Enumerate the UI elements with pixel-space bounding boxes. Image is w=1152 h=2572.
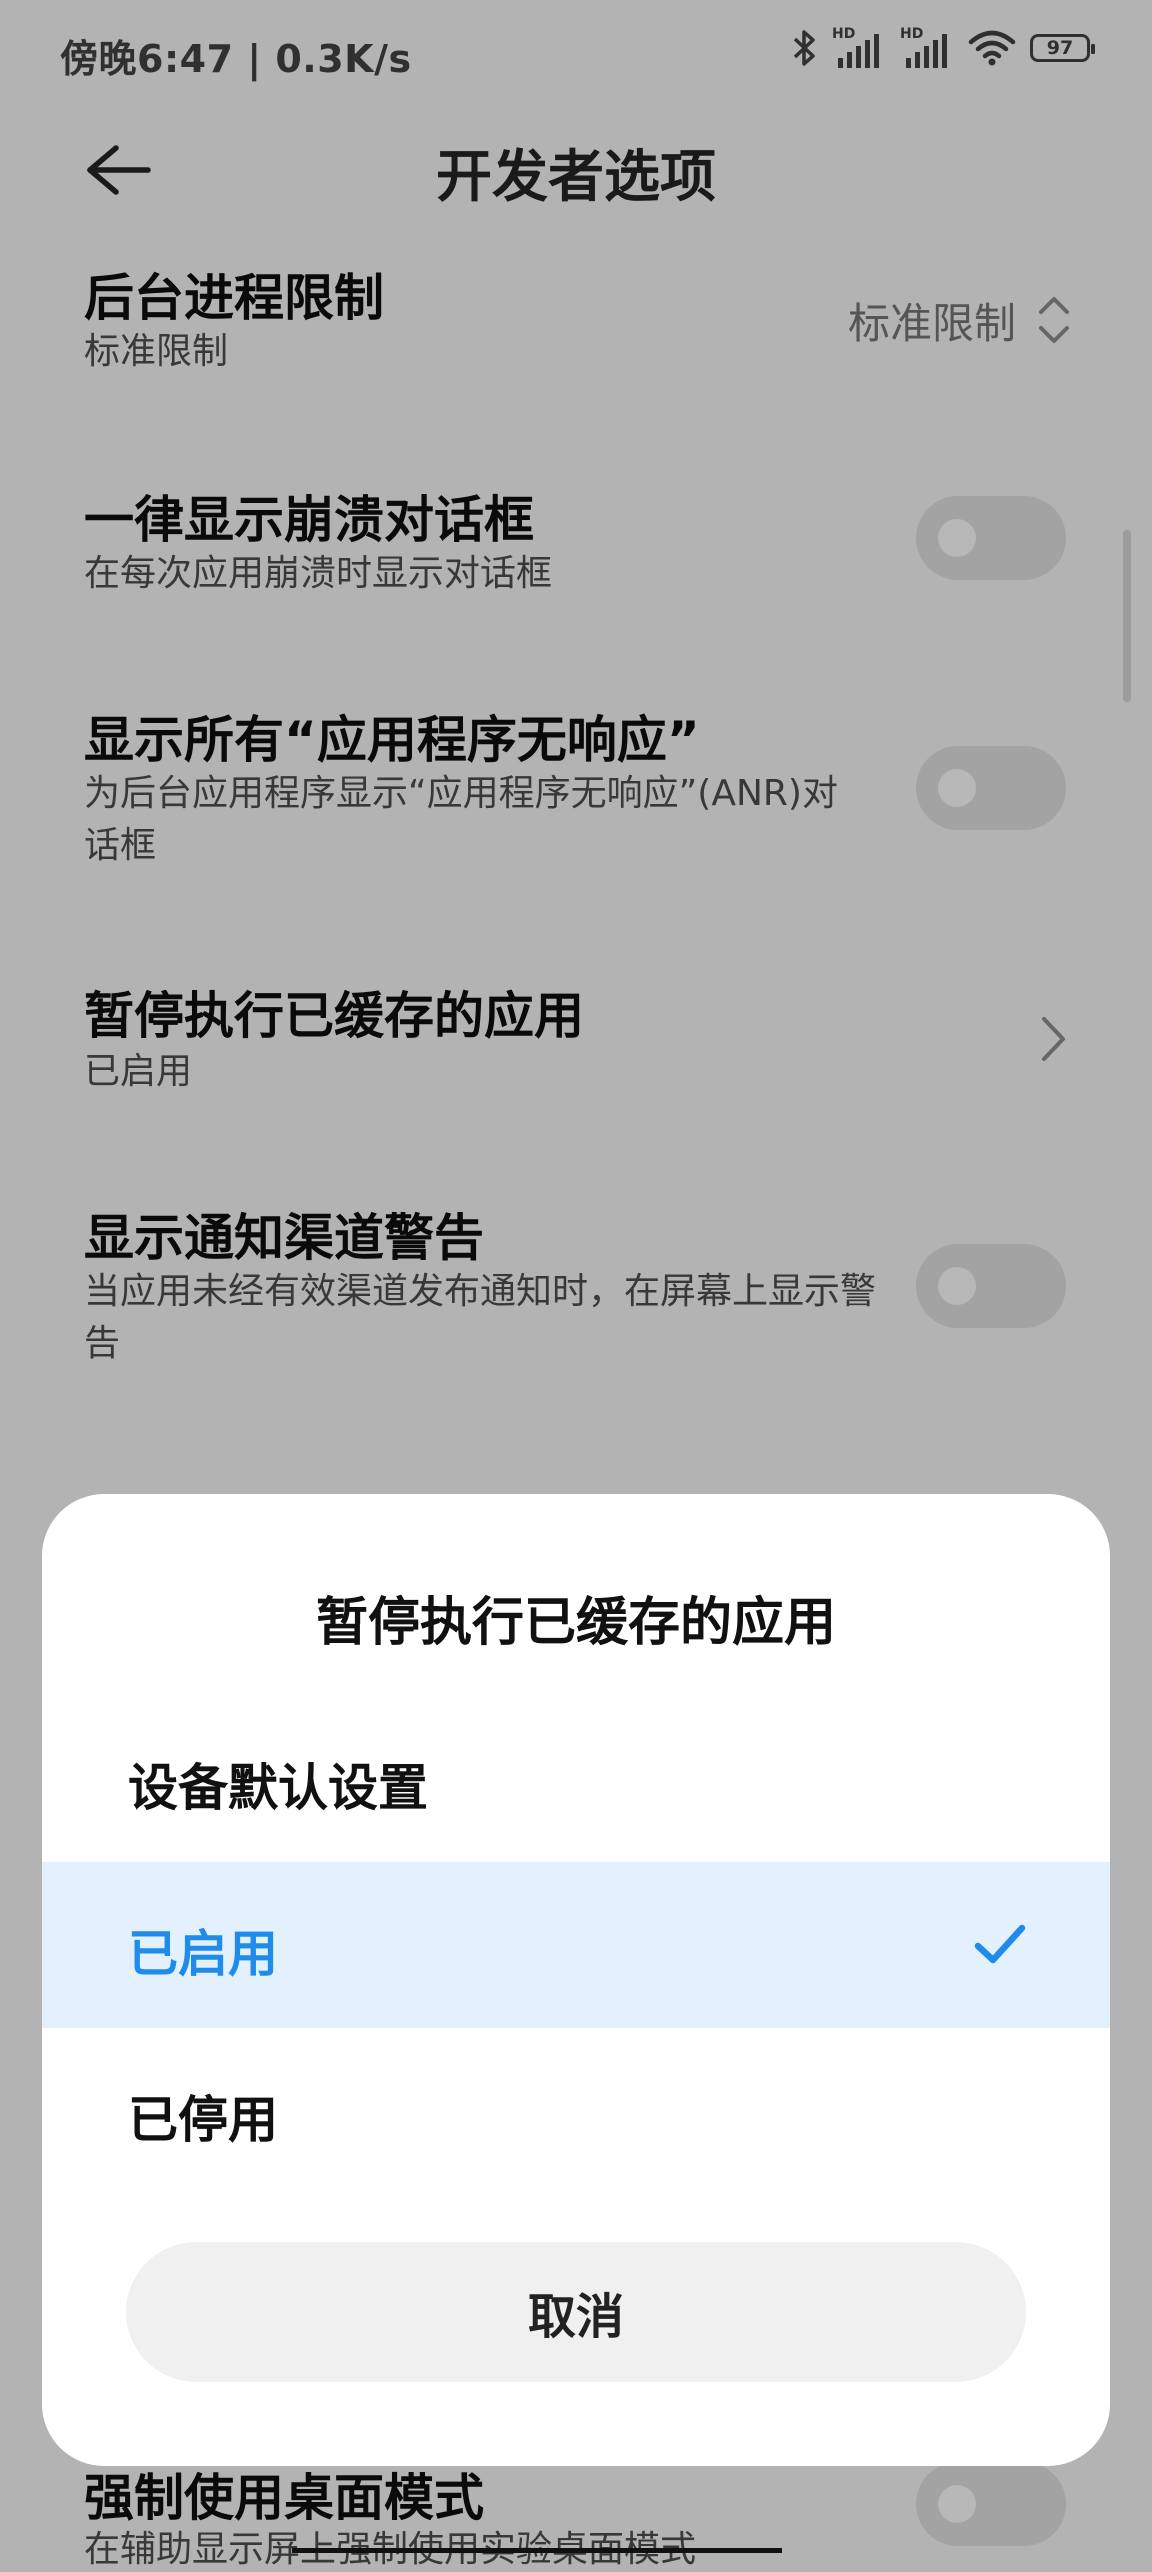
updown-chevron-icon xyxy=(1039,297,1069,343)
status-icons: HD HD 97 xyxy=(792,26,1095,68)
signal-icon-2: HD xyxy=(900,26,954,68)
status-time-speed: 傍晚6:47 | 0.3K/s xyxy=(60,37,412,81)
option-device-default[interactable]: 设备默认设置 xyxy=(42,1696,1110,1862)
cached-apps-title[interactable]: 暂停执行已缓存的应用 xyxy=(84,976,584,1048)
desktop-mode-subtitle: 在辅助显示屏上强制使用实验桌面模式 xyxy=(84,2529,697,2570)
battery-icon: 97 xyxy=(1030,34,1095,62)
option-label: 已停用 xyxy=(128,2091,278,2149)
page-title: 开发者选项 xyxy=(436,145,716,210)
bg-limit-value[interactable]: 标准限制 xyxy=(848,290,1016,351)
channel-warn-subtitle: 当应用未经有效渠道发布通知时，在屏幕上显示警告 xyxy=(84,1271,877,1364)
options-dialog: 暂停执行已缓存的应用 设备默认设置 已启用 已停用 取消 xyxy=(42,1494,1110,2466)
crash-dialog-title: 一律显示崩溃对话框 xyxy=(84,491,534,549)
battery-level: 97 xyxy=(1046,37,1074,59)
option-label: 已启用 xyxy=(128,1925,278,1983)
channel-warn-title: 显示通知渠道警告 xyxy=(84,1209,484,1267)
bluetooth-icon xyxy=(793,30,815,66)
dialog-title: 暂停执行已缓存的应用 xyxy=(315,1593,836,1653)
anr-subtitle: 为后台应用程序显示“应用程序无响应”(ANR)对话框 xyxy=(84,773,838,866)
desktop-mode-toggle[interactable] xyxy=(916,2462,1066,2546)
signal-icon-1: HD xyxy=(832,26,886,68)
scrollbar[interactable] xyxy=(1123,530,1131,702)
bg-limit-title[interactable]: 后台进程限制 xyxy=(84,258,384,330)
crash-dialog-toggle[interactable] xyxy=(916,496,1066,580)
option-enabled[interactable]: 已启用 xyxy=(42,1862,1110,2028)
anr-toggle[interactable] xyxy=(916,746,1066,830)
cancel-button[interactable]: 取消 xyxy=(126,2242,1026,2382)
cached-apps-subtitle: 已启用 xyxy=(84,1051,193,1092)
option-disabled[interactable]: 已停用 xyxy=(42,2028,1110,2194)
strikethrough-line xyxy=(292,2548,782,2553)
crash-dialog-subtitle: 在每次应用崩溃时显示对话框 xyxy=(84,553,553,594)
checkmark-icon xyxy=(974,1924,1026,1964)
anr-title: 显示所有“应用程序无响应” xyxy=(84,711,700,769)
option-label: 设备默认设置 xyxy=(128,1759,428,1817)
channel-warn-toggle[interactable] xyxy=(916,1244,1066,1328)
chevron-right-icon[interactable] xyxy=(1038,1014,1068,1064)
wifi-icon xyxy=(968,30,1016,66)
bg-limit-subtitle: 标准限制 xyxy=(84,331,229,372)
